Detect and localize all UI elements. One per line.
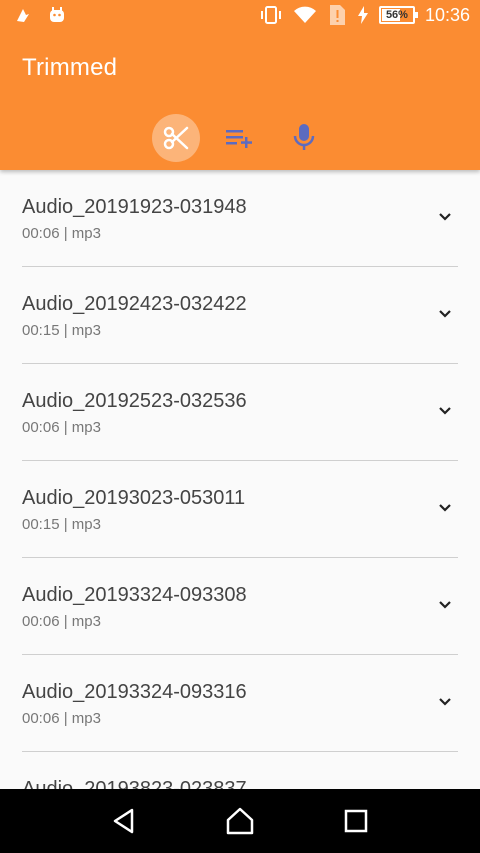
list-item[interactable]: Audio_20193823-023837 [22, 752, 458, 789]
sim-alert-icon [329, 5, 345, 25]
playlist-add-icon [226, 130, 252, 148]
home-button[interactable] [220, 801, 260, 841]
scissors-icon [163, 126, 189, 150]
chevron-down-icon[interactable] [438, 307, 452, 321]
recording-name: Audio_20192423-032422 [22, 293, 247, 315]
back-button[interactable] [104, 801, 144, 841]
recording-meta: 00:06 | mp3 [22, 710, 101, 727]
chevron-down-icon[interactable] [438, 501, 452, 515]
recording-name: Audio_20193324-093308 [22, 584, 247, 606]
chevron-down-icon[interactable] [438, 404, 452, 418]
battery-indicator: 56% [378, 6, 418, 24]
recording-meta: 00:15 | mp3 [22, 322, 101, 339]
recording-meta: 00:06 | mp3 [22, 419, 101, 436]
recording-meta: 00:15 | mp3 [22, 516, 101, 533]
tab-record[interactable] [280, 114, 328, 162]
wifi-icon [293, 6, 316, 23]
android-notification-icon [50, 7, 64, 22]
recents-button[interactable] [336, 801, 376, 841]
chevron-down-icon[interactable] [438, 695, 452, 709]
charging-bolt-icon [357, 6, 368, 24]
page-title: Trimmed [22, 54, 118, 81]
battery-percent: 56% [385, 9, 408, 21]
list-item[interactable]: Audio_20193324-093308 00:06 | mp3 [22, 558, 458, 655]
tab-trim[interactable] [152, 114, 200, 162]
recordings-list: Audio_20191923-031948 00:06 | mp3 Audio_… [0, 170, 480, 789]
chevron-down-icon[interactable] [438, 598, 452, 612]
tab-playlist[interactable] [216, 114, 264, 162]
recording-name: Audio_20192523-032536 [22, 390, 247, 412]
recording-name: Audio_20193324-093316 [22, 681, 247, 703]
recording-name: Audio_20191923-031948 [22, 196, 247, 218]
system-nav-bar [0, 789, 480, 853]
list-item[interactable]: Audio_20193324-093316 00:06 | mp3 [22, 655, 458, 752]
home-icon [226, 807, 254, 835]
download-notification-icon [17, 9, 29, 22]
status-time: 10:36 [424, 4, 470, 25]
tab-bar [0, 114, 480, 164]
list-item[interactable]: Audio_20193023-053011 00:15 | mp3 [22, 461, 458, 558]
recording-meta: 00:06 | mp3 [22, 613, 101, 630]
recording-name: Audio_20193823-023837 [22, 778, 247, 789]
status-bar: 56% 10:36 [0, 0, 480, 33]
list-item[interactable]: Audio_20192423-032422 00:15 | mp3 [22, 267, 458, 364]
vibrate-icon [260, 6, 281, 24]
microphone-icon [293, 124, 315, 150]
list-item[interactable]: Audio_20192523-032536 00:06 | mp3 [22, 364, 458, 461]
app-bar: 56% 10:36 Trimmed [0, 0, 480, 170]
recording-name: Audio_20193023-053011 [22, 487, 246, 509]
back-triangle-icon [113, 808, 134, 834]
recording-meta: 00:06 | mp3 [22, 225, 101, 242]
chevron-down-icon[interactable] [438, 210, 452, 224]
list-item[interactable]: Audio_20191923-031948 00:06 | mp3 [22, 170, 458, 267]
recents-square-icon [344, 809, 368, 833]
